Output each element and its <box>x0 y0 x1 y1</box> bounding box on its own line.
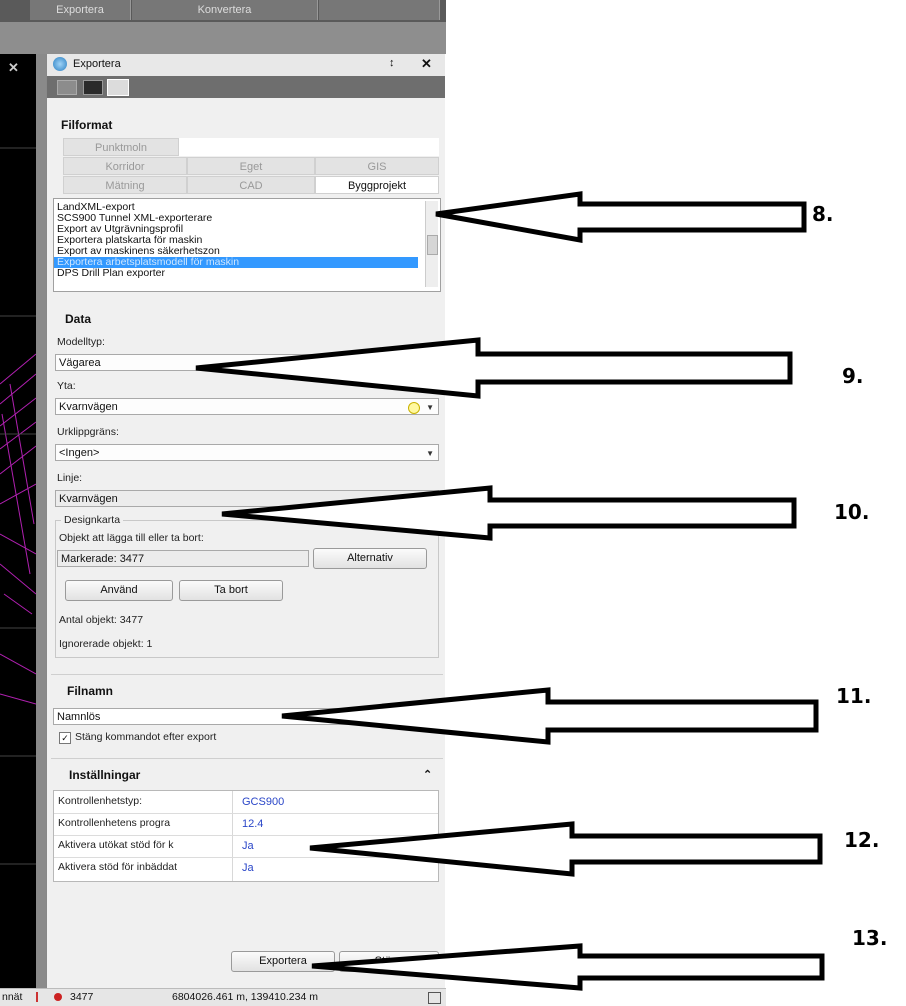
annotation-10: 10. <box>834 500 870 524</box>
arrow-11 <box>281 687 819 745</box>
annotation-12: 12. <box>844 828 880 852</box>
arrow-13 <box>311 943 825 991</box>
arrow-12 <box>309 821 823 877</box>
annotation-13: 13. <box>852 926 888 950</box>
annotation-9: 9. <box>842 364 864 388</box>
annotation-arrows <box>195 191 825 991</box>
arrow-8 <box>435 191 807 243</box>
annotation-8: 8. <box>812 202 834 226</box>
arrow-10 <box>221 485 797 541</box>
annotation-11: 11. <box>836 684 872 708</box>
arrow-9 <box>195 337 793 399</box>
